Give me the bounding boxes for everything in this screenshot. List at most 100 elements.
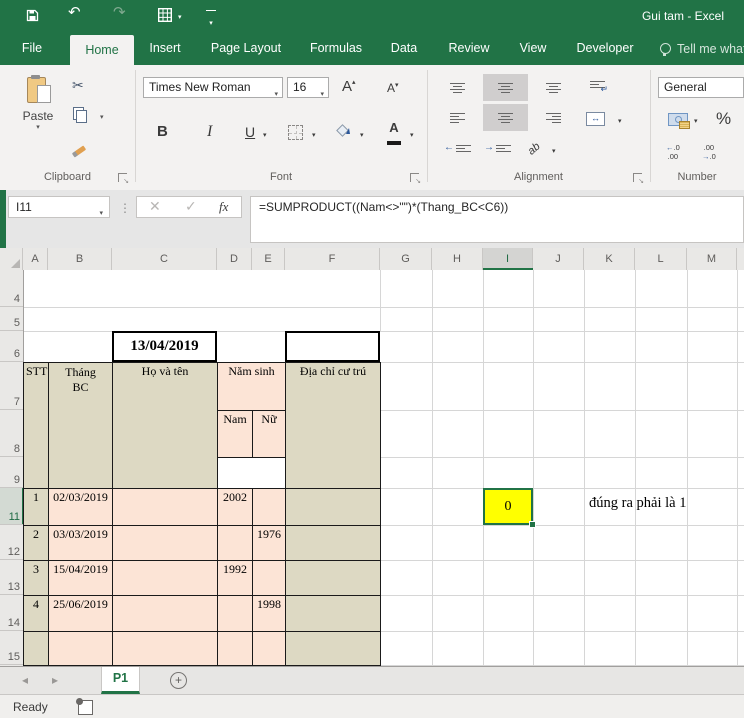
font-color-caret-icon[interactable]: ▾ (410, 131, 414, 139)
name-box[interactable]: I11 ▾ (8, 196, 110, 218)
next-sheet-icon[interactable]: ▸ (52, 673, 58, 687)
tab-view[interactable]: View (512, 32, 554, 65)
cell-nu[interactable]: 1998 (253, 596, 286, 632)
cell-K11-note[interactable]: đúng ra phải là 1 (589, 495, 686, 512)
cancel-icon[interactable]: ✕ (149, 198, 161, 215)
cell-ho-va-ten[interactable] (113, 596, 218, 632)
cell-stt[interactable] (24, 632, 49, 666)
insert-function-icon[interactable]: fx (219, 199, 228, 215)
cell-I11-active[interactable]: 0 (483, 488, 533, 525)
col-header-B[interactable]: B (48, 248, 112, 270)
underline-button[interactable]: U (245, 124, 255, 140)
font-name-combobox[interactable]: Times New Roman ▾ (143, 77, 283, 98)
merge-center-caret-icon[interactable]: ▾ (618, 117, 622, 125)
macro-record-icon[interactable] (78, 700, 93, 715)
customize-qat-icon[interactable]: ▾ (206, 10, 216, 30)
cell-nam[interactable] (218, 526, 253, 561)
tab-developer[interactable]: Developer (570, 32, 640, 65)
cell-stt[interactable]: 2 (24, 526, 49, 561)
tab-home[interactable]: Home (70, 35, 134, 65)
fill-handle[interactable] (529, 521, 536, 528)
cell-dia-chi[interactable] (286, 632, 381, 666)
number-format-combobox[interactable]: General (658, 77, 744, 98)
cell-nam[interactable] (218, 596, 253, 632)
row-header-6[interactable]: 6 (0, 331, 23, 362)
cell-nu[interactable] (253, 561, 286, 596)
increase-decimal-icon[interactable]: ←.0 .00 (666, 143, 680, 161)
header-stt[interactable]: STT (24, 363, 49, 489)
italic-button[interactable]: I (207, 123, 212, 141)
align-center-icon[interactable] (498, 113, 513, 123)
sheet-tab-P1[interactable]: P1 (101, 667, 140, 694)
row-header-13[interactable]: 13 (0, 560, 23, 595)
bold-button[interactable]: B (157, 123, 168, 140)
tab-data[interactable]: Data (384, 32, 424, 65)
header-dia-chi[interactable]: Địa chỉ cư trú (286, 363, 381, 489)
format-painter-button[interactable] (72, 143, 86, 157)
header-nu[interactable]: Nữ (253, 411, 286, 458)
alignment-dialog-launcher-icon[interactable] (633, 173, 642, 182)
fill-color-icon[interactable] (336, 125, 350, 138)
copy-button[interactable] (73, 107, 86, 125)
align-left-icon[interactable] (450, 113, 465, 123)
cell-stt[interactable]: 3 (24, 561, 49, 596)
cell-thang-bc[interactable]: 02/03/2019 (49, 489, 113, 526)
cell-thang-bc[interactable] (49, 632, 113, 666)
decrease-indent-icon[interactable]: ← (444, 143, 471, 153)
orientation-caret-icon[interactable]: ▾ (552, 147, 556, 155)
tab-formulas[interactable]: Formulas (303, 32, 369, 65)
fill-color-caret-icon[interactable]: ▾ (360, 131, 364, 139)
merge-center-icon[interactable]: ↔ (586, 112, 605, 126)
cut-button[interactable]: ✂ (72, 77, 84, 94)
row-header-4[interactable]: 4 (0, 270, 23, 307)
decrease-decimal-icon[interactable]: .00 →.0 (702, 143, 716, 161)
cell-dia-chi[interactable] (286, 489, 381, 526)
paste-button[interactable]: Paste ▾ (16, 73, 60, 169)
font-dialog-launcher-icon[interactable] (410, 173, 419, 182)
increase-indent-icon[interactable]: → (484, 143, 511, 153)
row-header-7[interactable]: 7 (0, 362, 23, 410)
cell-nu[interactable] (253, 489, 286, 526)
cell-stt[interactable]: 1 (24, 489, 49, 526)
orientation-icon[interactable]: ab (526, 140, 543, 157)
cell-nam[interactable]: 1992 (218, 561, 253, 596)
top-align-icon[interactable] (450, 83, 465, 93)
cell-ho-va-ten[interactable] (113, 526, 218, 561)
cell-F6-empty[interactable] (285, 331, 380, 362)
cell-nu[interactable]: 1976 (253, 526, 286, 561)
accounting-caret-icon[interactable]: ▾ (694, 117, 698, 125)
col-header-A[interactable]: A (23, 248, 48, 270)
tab-file[interactable]: File (12, 32, 52, 65)
cell-dia-chi[interactable] (286, 561, 381, 596)
select-all-corner[interactable] (0, 248, 23, 270)
col-header-J[interactable]: J (533, 248, 584, 270)
cell-nam[interactable]: 2002 (218, 489, 253, 526)
enter-icon[interactable]: ✓ (185, 198, 197, 215)
col-header-L[interactable]: L (635, 248, 687, 270)
cell-ho-va-ten[interactable] (113, 632, 218, 666)
chevron-down-icon[interactable]: ▾ (178, 13, 182, 21)
cell-nam[interactable] (218, 632, 253, 666)
header-ho-va-ten[interactable]: Họ và tên (113, 363, 218, 489)
align-right-icon[interactable] (546, 113, 561, 123)
cell-stt[interactable]: 4 (24, 596, 49, 632)
col-header-K[interactable]: K (584, 248, 635, 270)
tell-me-box[interactable]: Tell me what (660, 32, 744, 65)
tab-insert[interactable]: Insert (142, 32, 188, 65)
clipboard-dialog-launcher-icon[interactable] (118, 173, 127, 182)
redo-icon[interactable]: ↷ (113, 5, 126, 21)
increase-font-size-button[interactable]: A▴ (342, 78, 356, 95)
col-header-G[interactable]: G (380, 248, 432, 270)
underline-caret-icon[interactable]: ▾ (263, 131, 267, 139)
header-thang-bc[interactable]: Tháng BC (49, 363, 113, 489)
row-header-9[interactable]: 9 (0, 457, 23, 488)
cell-thang-bc[interactable]: 25/06/2019 (49, 596, 113, 632)
font-color-button[interactable]: A (387, 121, 401, 147)
tab-page-layout[interactable]: Page Layout (203, 32, 289, 65)
col-header-E[interactable]: E (252, 248, 285, 270)
col-header-I-selected[interactable]: I (483, 248, 533, 270)
cell-dia-chi[interactable] (286, 526, 381, 561)
col-header-M[interactable]: M (687, 248, 737, 270)
cell-dia-chi[interactable] (286, 596, 381, 632)
bottom-align-icon[interactable] (546, 83, 561, 93)
